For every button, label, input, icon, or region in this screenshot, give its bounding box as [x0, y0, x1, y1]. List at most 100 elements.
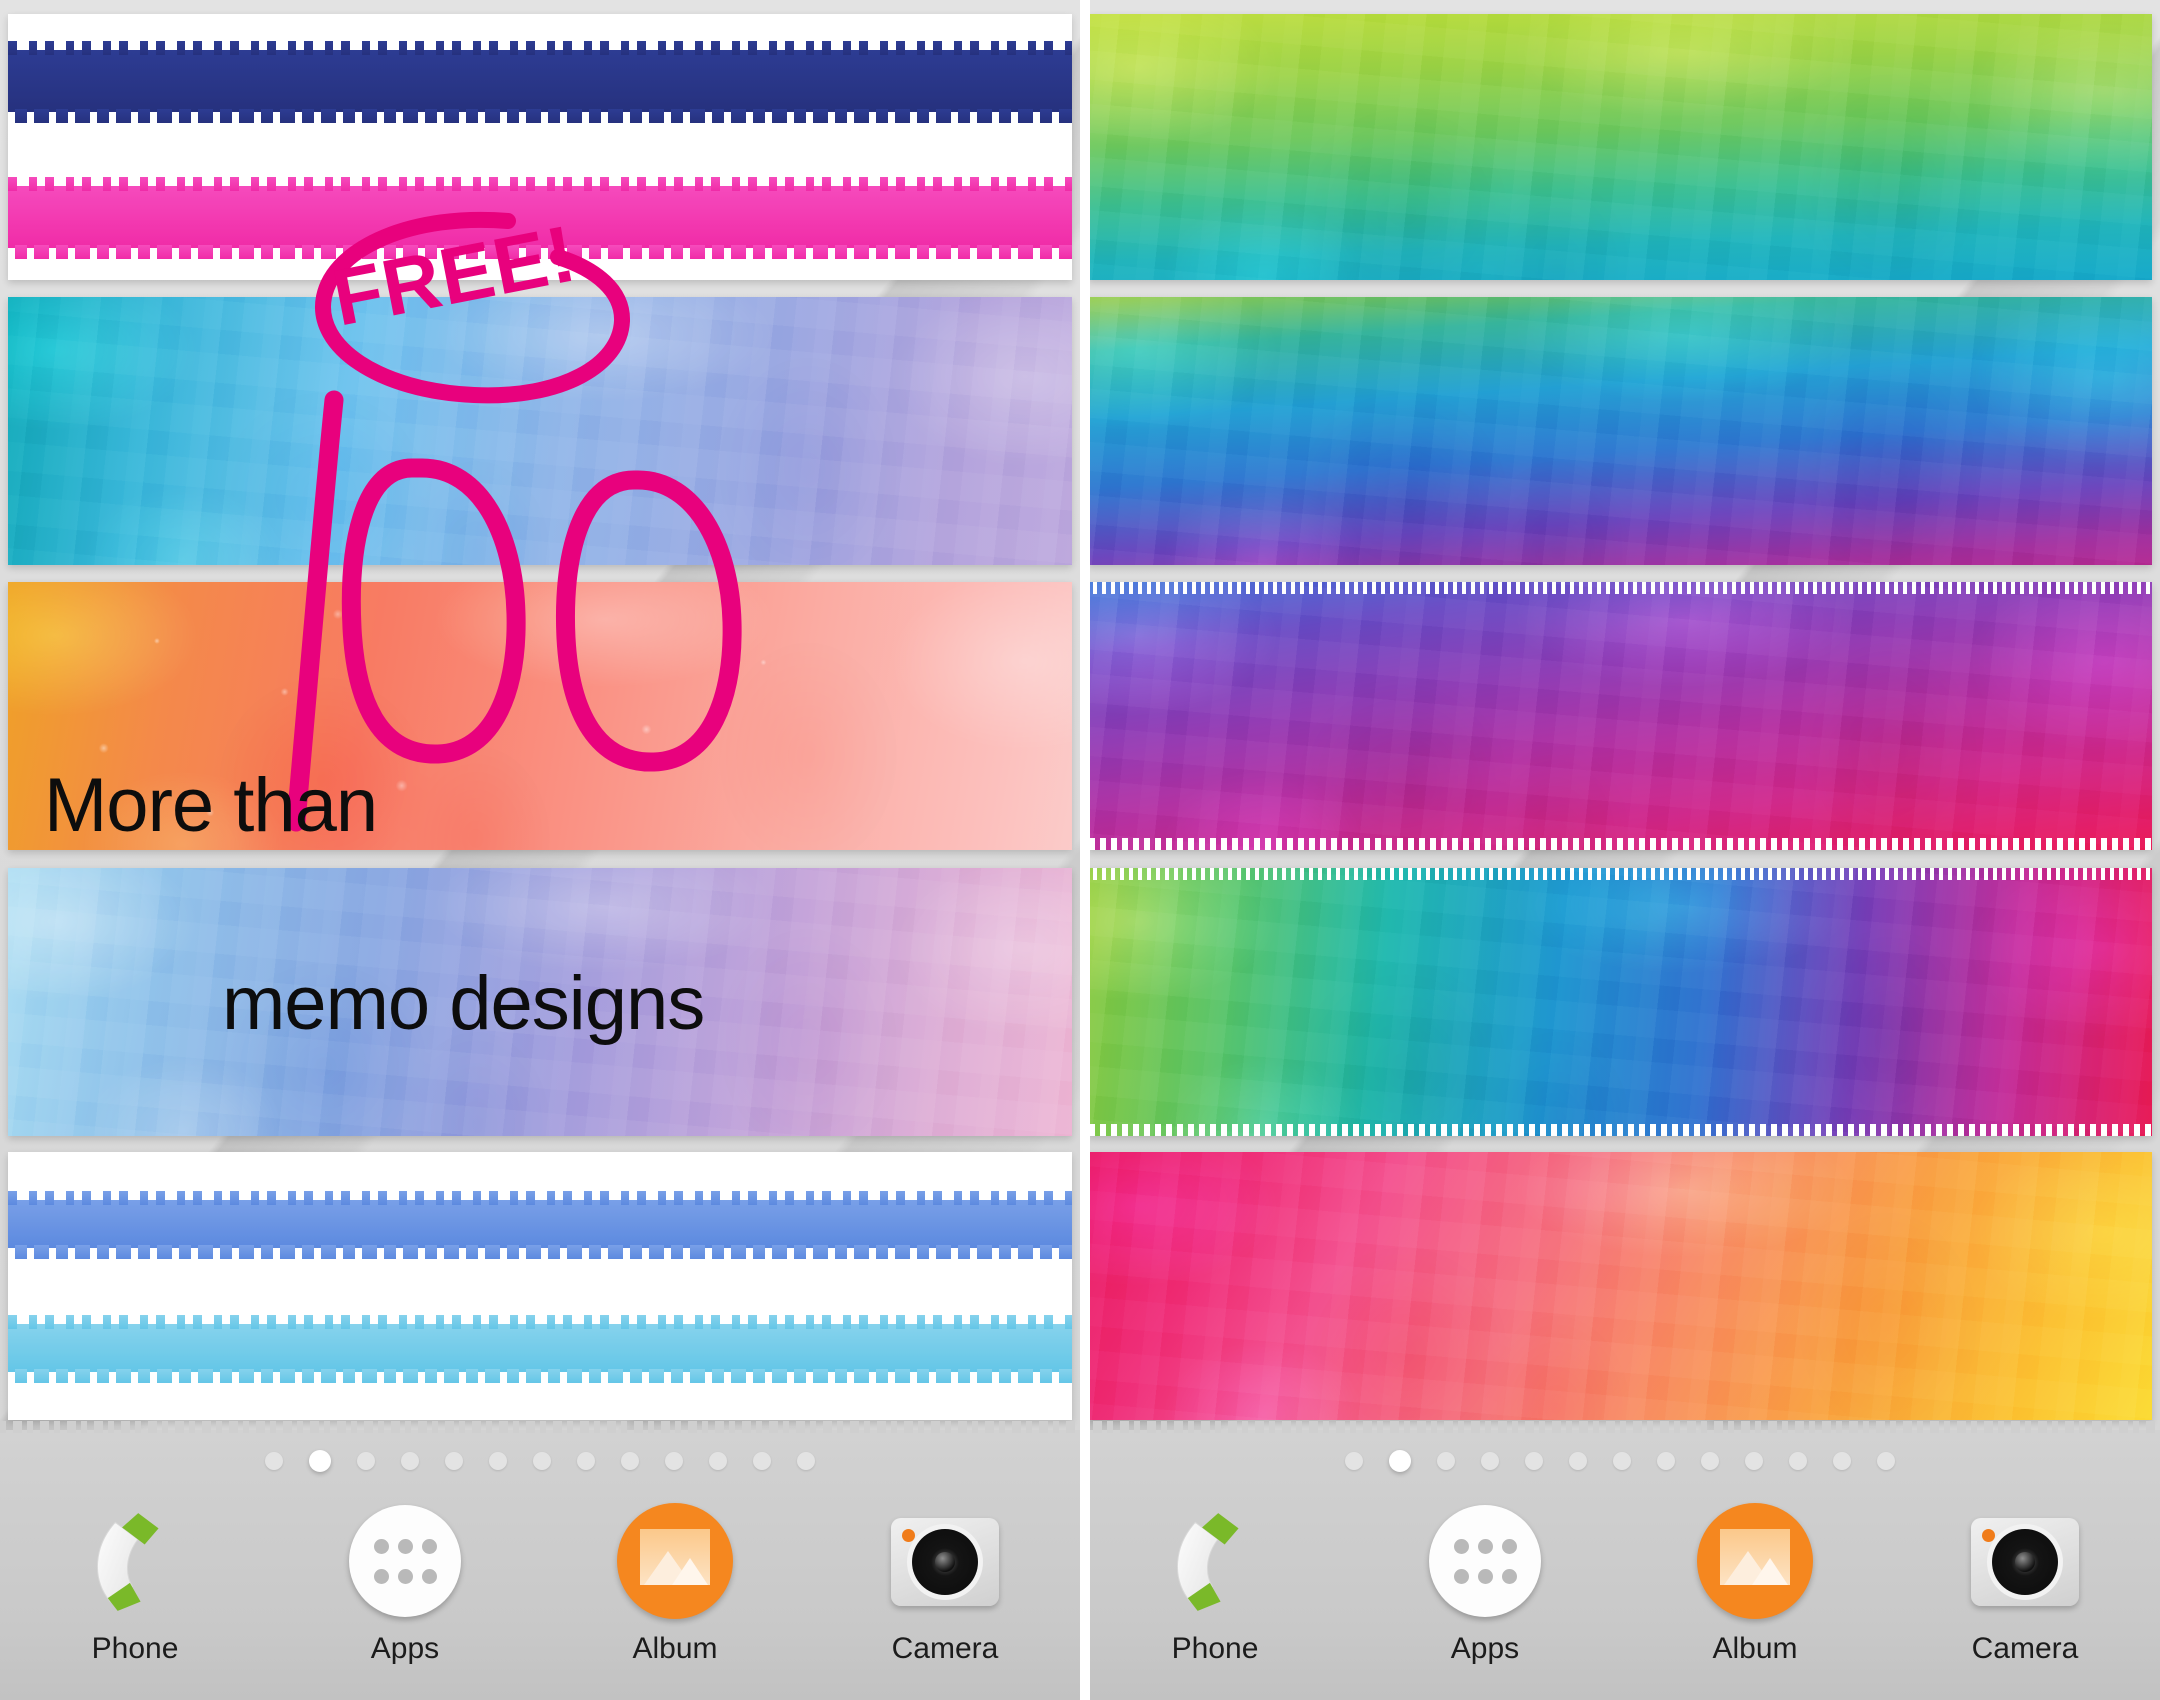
camera-lens [1992, 1529, 2058, 1595]
app-grid-dot [421, 1538, 437, 1554]
page-dot-left-12[interactable] [797, 1452, 815, 1470]
app-grid-dot [397, 1568, 413, 1584]
page-dot-right-0[interactable] [1345, 1452, 1363, 1470]
phone-handset-icon[interactable] [76, 1502, 194, 1620]
photo-album-icon[interactable] [1696, 1502, 1814, 1620]
dock-app-phone-right[interactable]: Phone [1080, 1502, 1350, 1666]
watercolor-streaks [1088, 1152, 2152, 1420]
app-drawer-circle [1429, 1505, 1541, 1617]
dock-app-row-right: Phone Apps Album Camera [1080, 1502, 2160, 1666]
dock-label-album: Album [632, 1632, 718, 1665]
torn-edge-bottom [1088, 1124, 2152, 1136]
page-dot-left-3[interactable] [401, 1452, 419, 1470]
dock-app-album-right[interactable]: Album [1620, 1502, 1890, 1666]
memo-widget-blue-cyan-lines[interactable] [8, 1152, 1072, 1420]
torn-edge-top [1088, 582, 2152, 594]
camera-icon[interactable] [1966, 1502, 2084, 1620]
watercolor-streaks [1088, 582, 2152, 850]
dock-app-phone-left[interactable]: Phone [0, 1502, 270, 1666]
page-dot-right-1[interactable] [1389, 1450, 1411, 1472]
app-drawer-grid-icon[interactable] [346, 1502, 464, 1620]
memo-widget-pink-orange-yellow[interactable] [1088, 1152, 2152, 1420]
page-dot-left-1[interactable] [309, 1450, 331, 1472]
app-grid-dot [1477, 1538, 1493, 1554]
app-grid-dot [1501, 1538, 1517, 1554]
page-dot-right-10[interactable] [1789, 1452, 1807, 1470]
dock-left: Phone Apps Album Camera [0, 1421, 1080, 1700]
page-dot-left-6[interactable] [533, 1452, 551, 1470]
page-dot-left-2[interactable] [357, 1452, 375, 1470]
home-screen-right: Phone Apps Album Camera [1080, 0, 2160, 1700]
page-dot-left-5[interactable] [489, 1452, 507, 1470]
dock-app-apps-right[interactable]: Apps [1350, 1502, 1620, 1666]
pink-brush-band [8, 186, 1072, 248]
dock-app-camera-left[interactable]: Camera [810, 1502, 1080, 1666]
app-drawer-circle [349, 1505, 461, 1617]
page-dot-right-6[interactable] [1613, 1452, 1631, 1470]
watercolor-streaks [1088, 14, 2152, 280]
camera-lens [912, 1529, 978, 1595]
app-grid-dot [1453, 1538, 1469, 1554]
photo-frame [1720, 1529, 1790, 1585]
dock-label-album: Album [1712, 1632, 1798, 1665]
torn-edge-bottom [1088, 838, 2152, 850]
blue-brush-band [8, 1200, 1072, 1248]
app-grid-dot [373, 1538, 389, 1554]
memo-widget-rainbow-horizontal[interactable] [1088, 868, 2152, 1136]
page-dot-right-12[interactable] [1877, 1452, 1895, 1470]
page-dot-left-10[interactable] [709, 1452, 727, 1470]
dock-label-camera: Camera [1971, 1632, 2079, 1665]
page-dot-right-3[interactable] [1481, 1452, 1499, 1470]
camera-lens-ring [907, 1524, 983, 1600]
watercolor-streaks [8, 297, 1072, 565]
page-indicator-left[interactable] [0, 1450, 1080, 1472]
dock-app-apps-left[interactable]: Apps [270, 1502, 540, 1666]
memo-widget-stack-left [0, 0, 1080, 1430]
page-dot-right-5[interactable] [1569, 1452, 1587, 1470]
memo-widget-orange-coral-peach[interactable] [8, 582, 1072, 850]
mountain-small [1752, 1558, 1788, 1585]
watercolor-streaks [1088, 297, 2152, 565]
page-dot-right-7[interactable] [1657, 1452, 1675, 1470]
page-dot-right-4[interactable] [1525, 1452, 1543, 1470]
page-dot-right-9[interactable] [1745, 1452, 1763, 1470]
camera-icon[interactable] [886, 1502, 1004, 1620]
dock-torn-edge [1080, 1421, 2160, 1433]
page-dot-left-9[interactable] [665, 1452, 683, 1470]
page-indicator-right[interactable] [1080, 1450, 2160, 1472]
memo-widget-navy-pink-lines[interactable] [8, 14, 1072, 280]
home-screen-left: FREE! More than memo designs Phone Apps Al… [0, 0, 1080, 1700]
torn-edge-top [1088, 868, 2152, 880]
memo-widget-sky-lavender-pink[interactable] [8, 868, 1072, 1136]
screen-divider [1080, 0, 1090, 1700]
page-dot-left-4[interactable] [445, 1452, 463, 1470]
dock-app-row-left: Phone Apps Album Camera [0, 1502, 1080, 1666]
memo-widget-blue-purple-magenta[interactable] [1088, 582, 2152, 850]
app-grid-dot [373, 1568, 389, 1584]
cyan-brush-band [8, 1324, 1072, 1372]
phone-handset-icon[interactable] [1156, 1502, 1274, 1620]
page-dot-left-11[interactable] [753, 1452, 771, 1470]
photo-album-icon[interactable] [616, 1502, 734, 1620]
album-circle [1697, 1503, 1813, 1619]
dock-app-album-left[interactable]: Album [540, 1502, 810, 1666]
memo-widget-stack-right [1080, 0, 2160, 1430]
dock-label-phone: Phone [91, 1632, 179, 1665]
page-dot-right-2[interactable] [1437, 1452, 1455, 1470]
phone-handset-icon [83, 1510, 187, 1614]
phone-handset-icon [1163, 1510, 1267, 1614]
page-dot-left-0[interactable] [265, 1452, 283, 1470]
page-dot-left-8[interactable] [621, 1452, 639, 1470]
photo-frame [640, 1529, 710, 1585]
app-grid-dot [1453, 1568, 1469, 1584]
page-dot-right-11[interactable] [1833, 1452, 1851, 1470]
camera-lens-ring [1987, 1524, 2063, 1600]
watercolor-streaks [8, 868, 1072, 1136]
memo-widget-lime-teal[interactable] [1088, 14, 2152, 280]
page-dot-left-7[interactable] [577, 1452, 595, 1470]
dock-app-camera-right[interactable]: Camera [1890, 1502, 2160, 1666]
memo-widget-green-blue-purple[interactable] [1088, 297, 2152, 565]
page-dot-right-8[interactable] [1701, 1452, 1719, 1470]
app-drawer-grid-icon[interactable] [1426, 1502, 1544, 1620]
memo-widget-teal-blue-lavender[interactable] [8, 297, 1072, 565]
